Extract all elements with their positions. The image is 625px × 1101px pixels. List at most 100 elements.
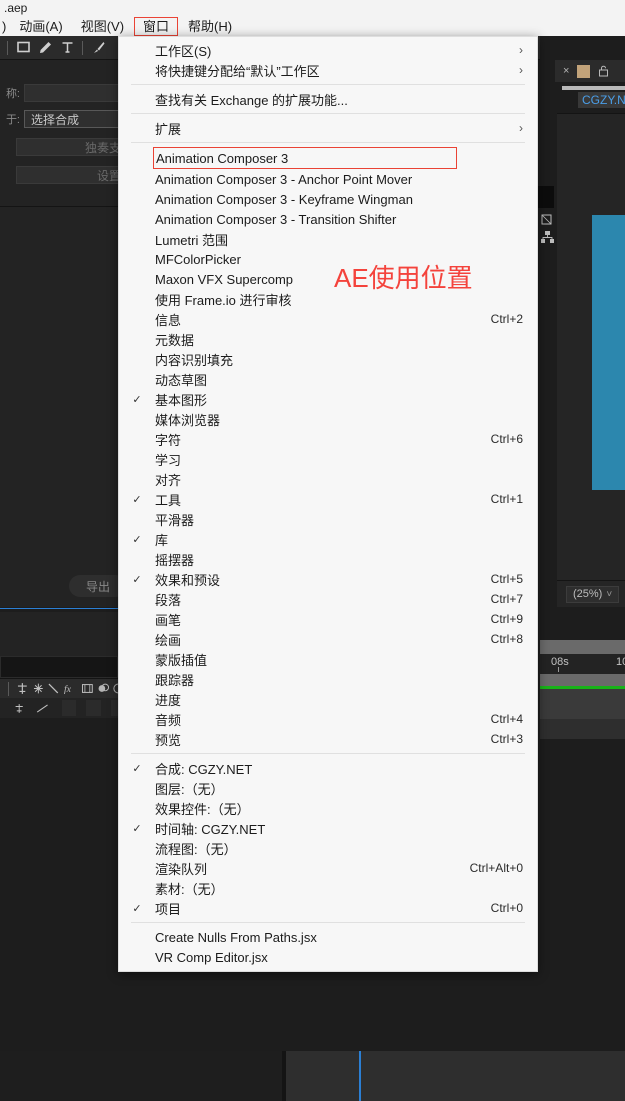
select-composition-field[interactable]: 选择合成 — [24, 110, 126, 128]
menu-item-0[interactable]: ) — [0, 17, 10, 36]
menu-entry[interactable]: 对齐 — [119, 469, 537, 489]
menu-entry[interactable]: 学习 — [119, 449, 537, 469]
timeline-row-area-2[interactable] — [540, 719, 625, 739]
menu-entry-label: VR Comp Editor.jsx — [155, 949, 268, 965]
menu-item-view[interactable]: 视图(V) — [72, 17, 133, 36]
menu-entry-label: 摇摆器 — [155, 552, 195, 568]
menu-entry[interactable]: 段落 Ctrl+7 — [119, 589, 537, 609]
menu-entry[interactable]: Animation Composer 3 — [153, 147, 457, 169]
menu-entry-label: 查找有关 Exchange 的扩展功能... — [155, 92, 348, 108]
menu-entry[interactable]: Animation Composer 3 - Transition Shifte… — [119, 209, 537, 229]
menu-entry[interactable]: 平滑器 — [119, 509, 537, 529]
menu-entry[interactable]: 工作区(S) › — [119, 40, 537, 60]
menu-entry[interactable]: ✓ 时间轴: CGZY.NET — [119, 818, 537, 838]
menu-entry-label: 对齐 — [155, 472, 182, 488]
menu-entry[interactable]: 进度 — [119, 689, 537, 709]
switch-cell-2[interactable] — [86, 700, 101, 716]
menu-entry[interactable]: 素材:（无） — [119, 878, 537, 898]
mask-icon[interactable] — [541, 213, 554, 226]
menu-entry[interactable]: 元数据 — [119, 329, 537, 349]
menu-entry[interactable]: 媒体浏览器 — [119, 409, 537, 429]
menu-entry[interactable]: 动态草图 — [119, 369, 537, 389]
timeline-ruler[interactable]: 08s 10 — [540, 654, 625, 674]
menu-entry[interactable]: 音频 Ctrl+4 — [119, 709, 537, 729]
menu-entry[interactable]: 扩展 › — [119, 118, 537, 138]
pen-tool-icon[interactable] — [34, 38, 56, 58]
shapes-icon[interactable] — [97, 682, 110, 695]
hierarchy-icon[interactable] — [540, 230, 555, 244]
text-tool-icon[interactable] — [56, 38, 78, 58]
menu-entry-label: 素材:（无） — [155, 881, 224, 897]
color-swatch[interactable] — [577, 64, 591, 78]
menu-entry[interactable]: Animation Composer 3 - Keyframe Wingman — [119, 189, 537, 209]
menu-entry[interactable]: 查找有关 Exchange 的扩展功能... — [119, 89, 537, 109]
menu-entry-label: 合成: CGZY.NET — [155, 761, 253, 777]
parent-link-icon-2[interactable] — [14, 702, 24, 715]
settings-field[interactable]: 设置 — [16, 166, 126, 184]
menu-entry[interactable]: Lumetri 范围 — [119, 229, 537, 249]
menu-entry[interactable]: 渲染队列 Ctrl+Alt+0 — [119, 858, 537, 878]
parent-link-icon[interactable] — [16, 682, 29, 695]
brush-tool-icon[interactable] — [87, 38, 109, 58]
close-icon[interactable]: × — [563, 65, 569, 77]
switch-cell-1[interactable] — [61, 700, 77, 716]
menu-entry[interactable]: 蒙版插值 — [119, 649, 537, 669]
fx-icon[interactable]: fx — [63, 682, 78, 695]
menu-entry-shortcut: Ctrl+9 — [490, 612, 523, 626]
menu-entry[interactable]: 内容识别填充 — [119, 349, 537, 369]
menu-entry-label: 音频 — [155, 712, 182, 728]
menu-entry-label: 预览 — [155, 732, 182, 748]
panel-search-bar[interactable] — [562, 86, 625, 90]
solo-support-field[interactable]: 独奏支 — [16, 138, 126, 156]
menu-item-help[interactable]: 帮助(H) — [179, 17, 241, 36]
menu-entry[interactable]: Create Nulls From Paths.jsx — [119, 927, 537, 947]
lock-icon[interactable] — [598, 65, 609, 77]
menu-entry-shortcut: Ctrl+5 — [490, 572, 523, 586]
menu-entry[interactable]: 效果控件:（无） — [119, 798, 537, 818]
diagonal-line-icon[interactable] — [47, 682, 60, 695]
star-icon[interactable] — [32, 682, 45, 695]
checkmark-icon: ✓ — [132, 533, 142, 546]
window-menu-dropdown[interactable]: 工作区(S) › 将快捷键分配给“默认”工作区 › 查找有关 Exchange 的扩展功… — [118, 36, 538, 972]
menu-entry[interactable]: ✓ 合成: CGZY.NET — [119, 758, 537, 778]
menu-entry[interactable]: Maxon VFX Supercomp — [119, 269, 537, 289]
menu-entry[interactable]: 使用 Frame.io 进行审核 — [119, 289, 537, 309]
menu-entry[interactable]: 将快捷键分配给“默认”工作区 › — [119, 60, 537, 80]
menu-entry[interactable]: 预览 Ctrl+3 — [119, 729, 537, 749]
menu-item-window[interactable]: 窗口 — [134, 16, 179, 36]
menu-entry[interactable]: ✓ 项目 Ctrl+0 — [119, 898, 537, 918]
menu-entry[interactable]: 摇摆器 — [119, 549, 537, 569]
menu-entry[interactable]: ✓ 库 — [119, 529, 537, 549]
menu-entry[interactable]: 图层:（无） — [119, 778, 537, 798]
menu-entry[interactable]: 绘画 Ctrl+8 — [119, 629, 537, 649]
annotation-text: AE使用位置 — [334, 263, 473, 293]
menu-entry[interactable]: ✓ 效果和预设 Ctrl+5 — [119, 569, 537, 589]
menu-item-animation[interactable]: 动画(A) — [10, 17, 71, 36]
timeline-row-area[interactable] — [540, 689, 625, 719]
rectangle-tool-icon[interactable] — [12, 38, 34, 58]
menu-entry[interactable]: MFColorPicker — [119, 249, 537, 269]
menu-entry[interactable]: 信息 Ctrl+2 — [119, 309, 537, 329]
menu-entry[interactable]: 画笔 Ctrl+9 — [119, 609, 537, 629]
menu-entry-label: 将快捷键分配给“默认”工作区 — [155, 63, 320, 79]
menu-entry-label: 效果控件:（无） — [155, 801, 250, 817]
zoom-level-selector[interactable]: (25%) ˅ — [566, 585, 620, 603]
menu-entry[interactable]: 跟踪器 — [119, 669, 537, 689]
stroke-line-icon[interactable] — [34, 702, 52, 715]
timeline-search-field[interactable] — [0, 656, 118, 678]
menu-entry[interactable]: 字符 Ctrl+6 — [119, 429, 537, 449]
checkmark-icon: ✓ — [132, 393, 142, 406]
menu-entry[interactable]: Animation Composer 3 - Anchor Point Move… — [119, 169, 537, 189]
menu-entry[interactable]: ✓ 基本图形 — [119, 389, 537, 409]
left-row-field-0[interactable] — [24, 84, 124, 102]
checkmark-icon: ✓ — [132, 493, 142, 506]
menu-entry[interactable]: ✓ 工具 Ctrl+1 — [119, 489, 537, 509]
comp-name-field[interactable]: CGZY.N — [578, 92, 625, 108]
menu-bar: ) 动画(A) 视图(V) 窗口 帮助(H) — [0, 16, 625, 36]
window-title: .aep — [0, 0, 625, 16]
timeline-playhead[interactable] — [359, 1051, 361, 1101]
menu-entry[interactable]: VR Comp Editor.jsx — [119, 947, 537, 967]
film-icon[interactable] — [81, 682, 94, 695]
menu-entry[interactable]: 流程图:（无） — [119, 838, 537, 858]
menu-entry-label: 信息 — [155, 312, 182, 328]
